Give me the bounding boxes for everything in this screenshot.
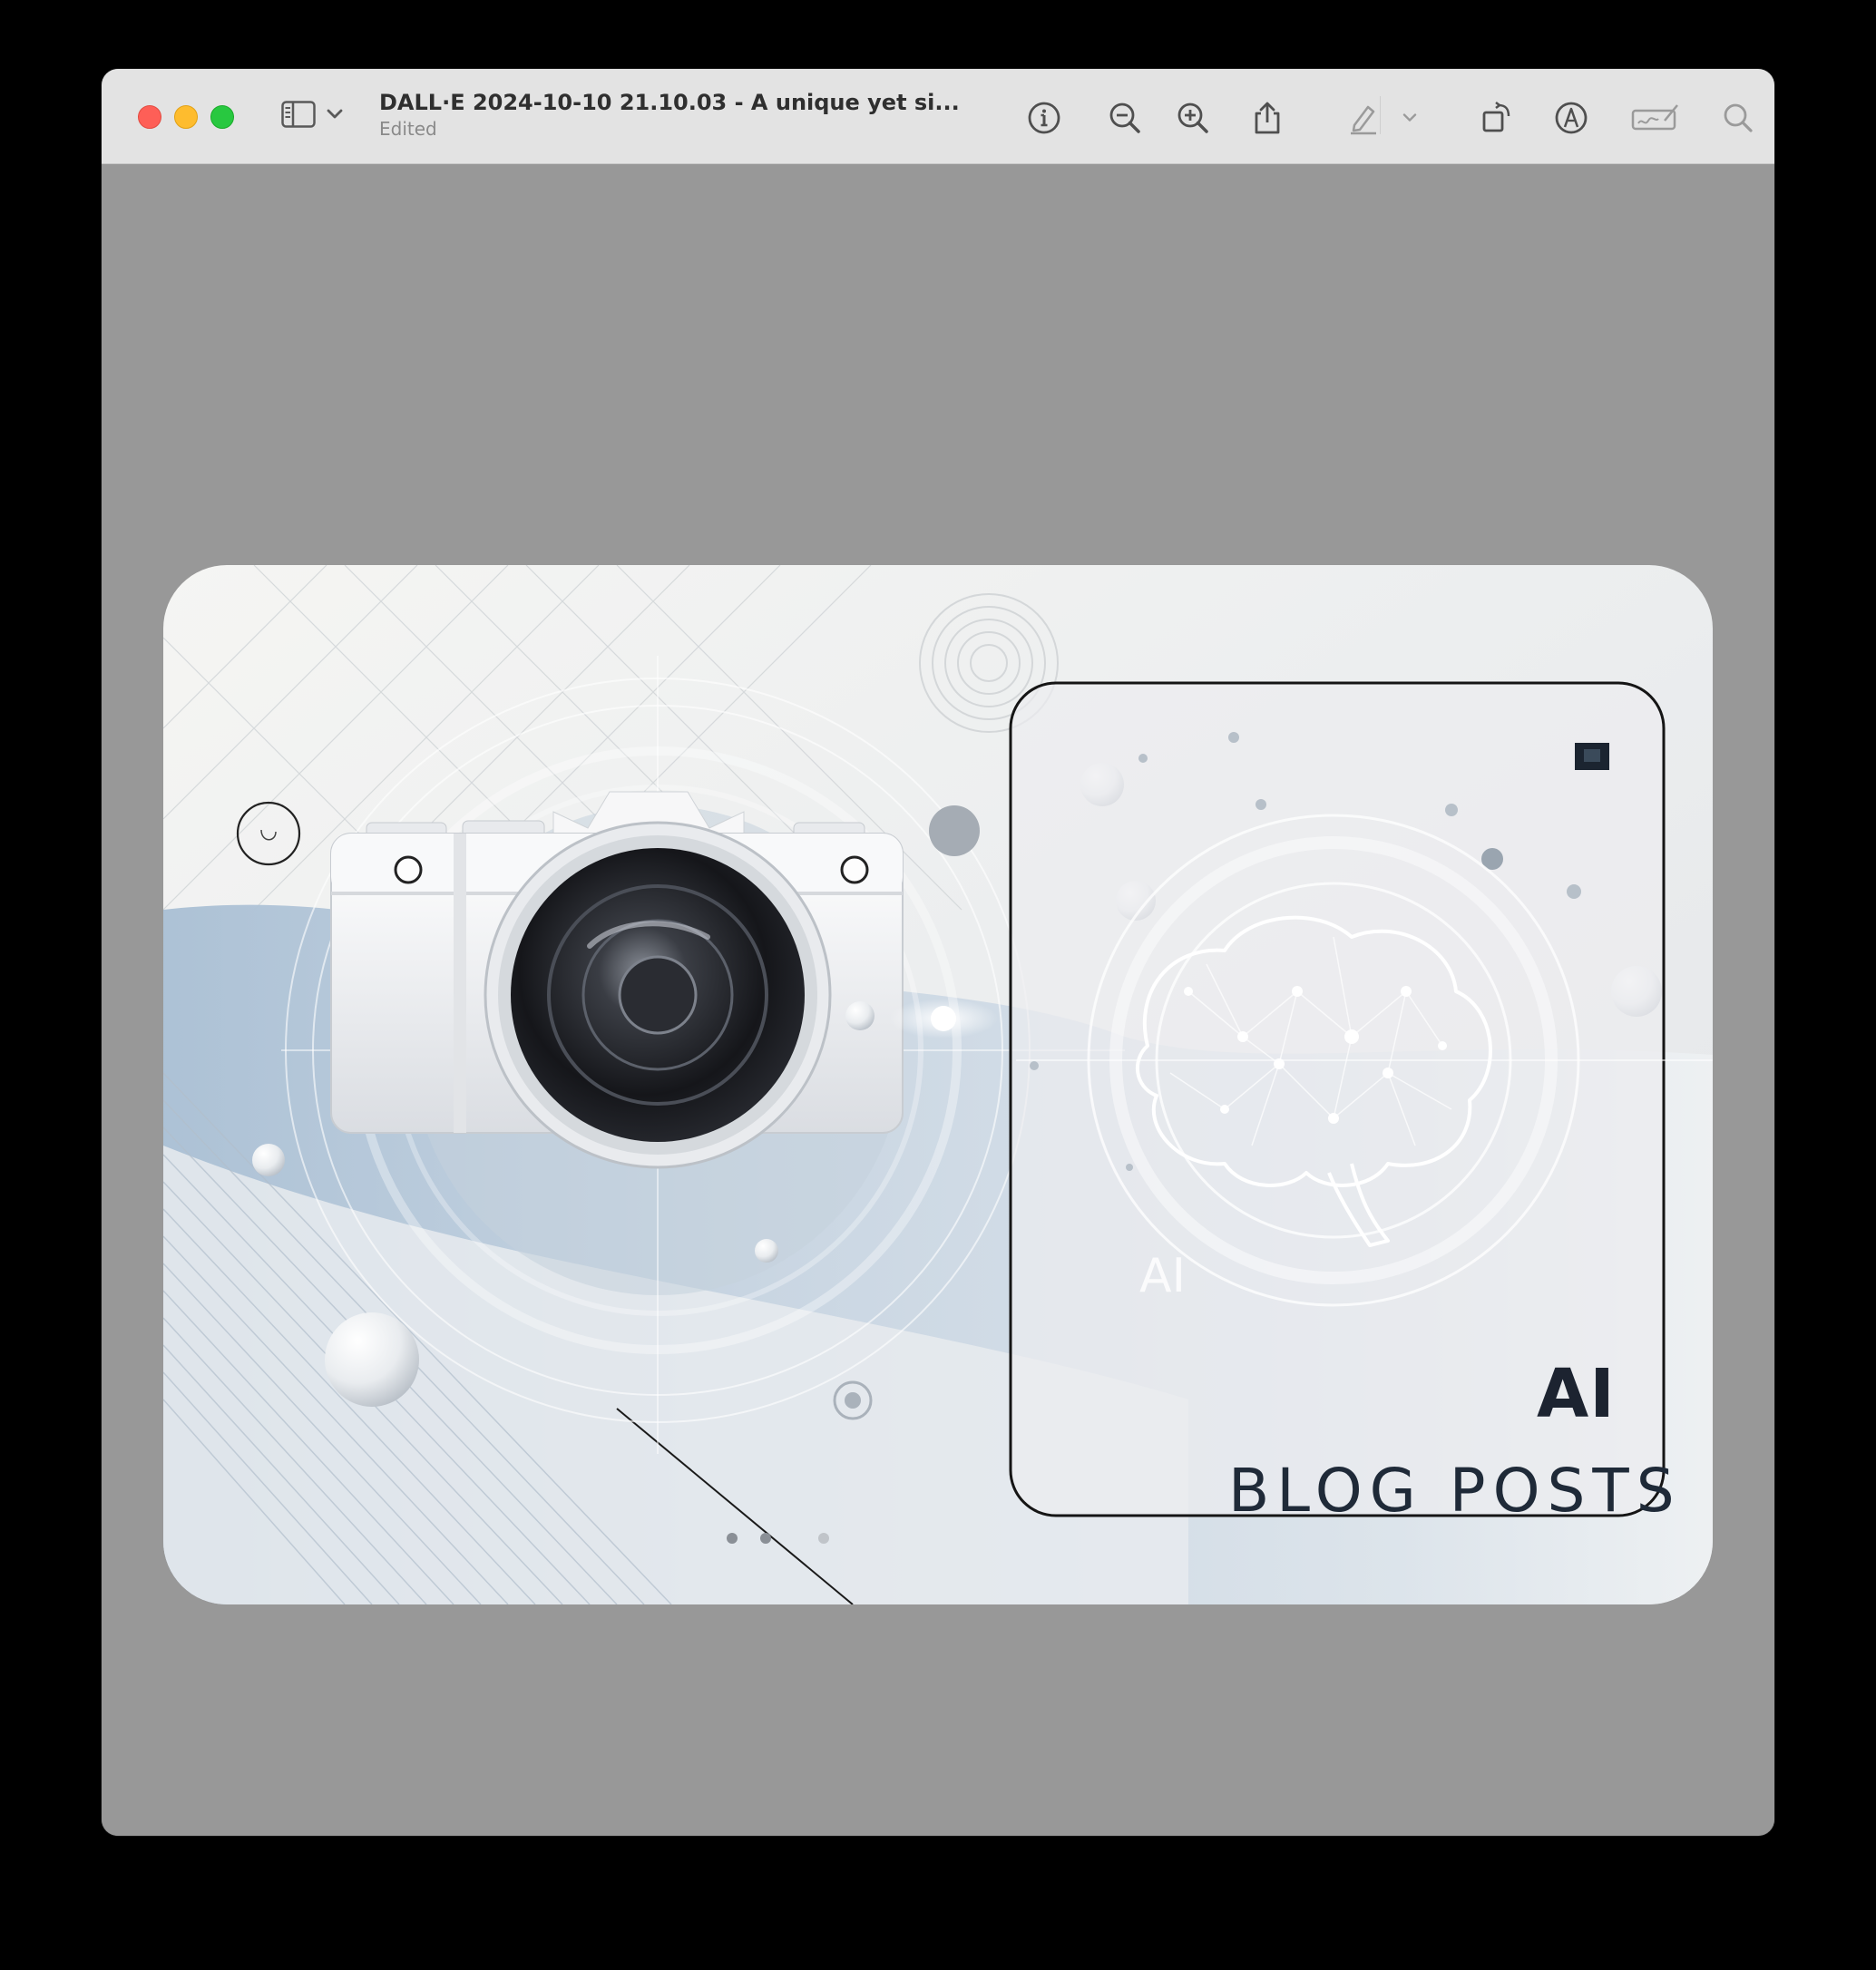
title-group: DALL·E 2024-10-10 21.10.03 - A unique ye… (379, 89, 960, 140)
zoom-in-icon (1177, 102, 1208, 133)
artwork-image (163, 565, 1713, 1604)
signature-icon (1631, 104, 1678, 131)
artwork-text-blog-posts: BLOG POSTS (1228, 1456, 1682, 1526)
signature-button[interactable] (1627, 96, 1684, 140)
chevron-down-icon (1402, 113, 1417, 122)
search-button[interactable] (1716, 96, 1760, 140)
sidebar-toggle-icon (281, 100, 316, 132)
window-title: DALL·E 2024-10-10 21.10.03 - A unique ye… (379, 90, 960, 115)
highlight-options-button[interactable] (1396, 96, 1423, 140)
share-icon (1255, 102, 1280, 134)
title-bar: DALL·E 2024-10-10 21.10.03 - A unique ye… (102, 69, 1774, 164)
minimize-button[interactable] (174, 105, 198, 129)
highlight-button[interactable] (1342, 96, 1385, 140)
share-button[interactable] (1246, 96, 1289, 140)
info-button[interactable] (1022, 96, 1066, 140)
zoom-button[interactable] (210, 105, 234, 129)
search-icon (1724, 103, 1753, 132)
markup-icon (1555, 102, 1588, 134)
zoom-in-button[interactable] (1171, 96, 1215, 140)
image-canvas: AI AI BLOG POSTS (102, 164, 1774, 1836)
info-icon (1028, 102, 1060, 134)
sidebar-toggle-button[interactable] (281, 100, 350, 132)
artwork-text-ai: AI (1537, 1355, 1616, 1433)
rotate-icon (1482, 102, 1510, 132)
close-button[interactable] (138, 105, 161, 129)
preview-window: DALL·E 2024-10-10 21.10.03 - A unique ye… (102, 69, 1774, 1836)
zoom-out-icon (1109, 102, 1140, 133)
rotate-button[interactable] (1475, 96, 1519, 140)
artwork-text-ai-small: AI (1139, 1249, 1186, 1303)
highlight-pen-icon (1351, 105, 1376, 135)
chevron-down-icon[interactable] (327, 108, 343, 124)
toolbar-divider (1380, 96, 1381, 134)
markup-button[interactable] (1549, 96, 1593, 140)
window-subtitle: Edited (379, 118, 437, 140)
zoom-out-button[interactable] (1103, 96, 1147, 140)
